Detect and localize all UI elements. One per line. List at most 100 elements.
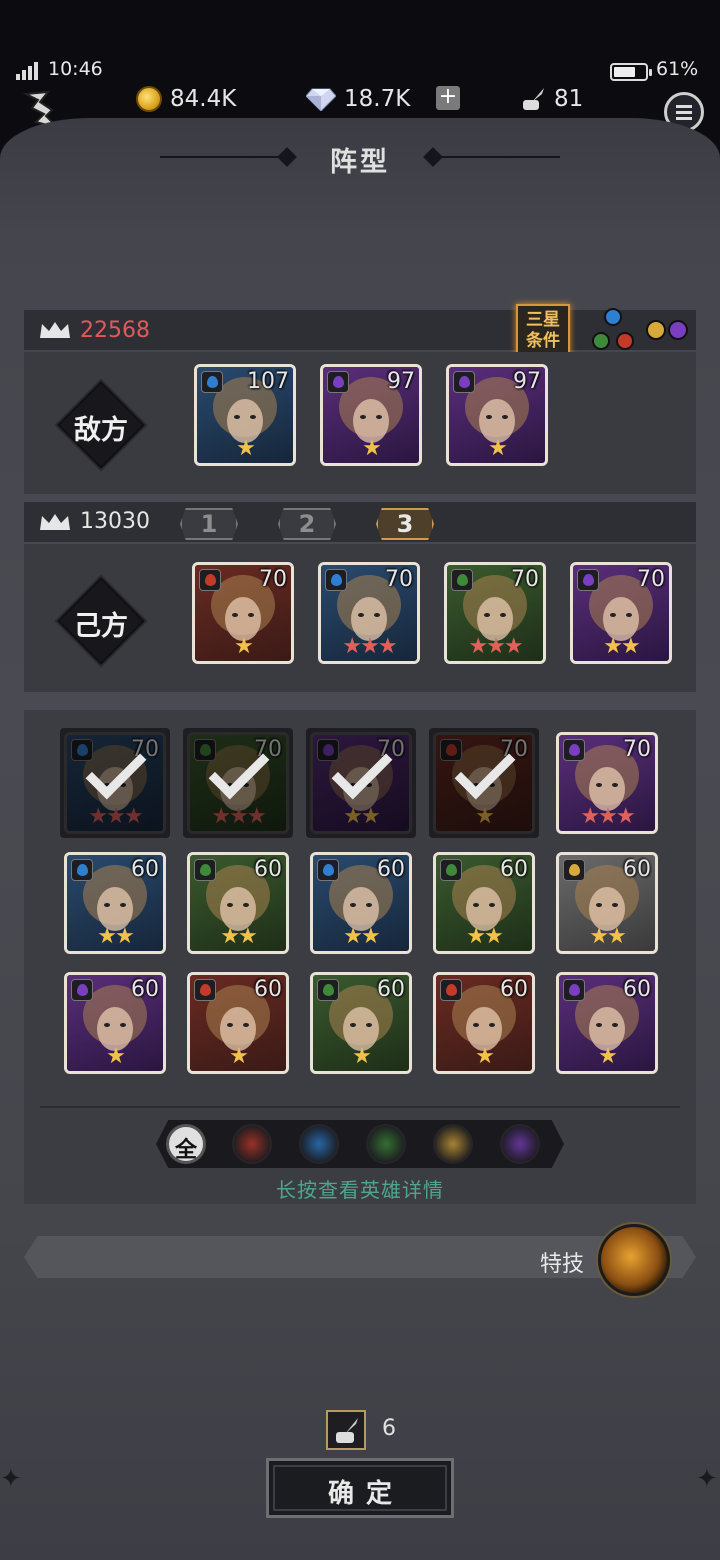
- hero-level: 60: [254, 857, 282, 882]
- hero-stars: ★★★: [190, 805, 286, 829]
- dark-element-icon: [327, 371, 349, 393]
- filter-dark-button[interactable]: [500, 1124, 540, 1164]
- star-icon: ★: [360, 634, 380, 659]
- ally-hero-card[interactable]: 70 ★★★: [444, 562, 546, 664]
- roster-hero-card[interactable]: 70 ★★★: [556, 732, 658, 834]
- add-gems-button[interactable]: +: [436, 86, 460, 110]
- water-element-icon: [325, 569, 347, 591]
- roster-hero-card[interactable]: 60 ★: [310, 972, 412, 1074]
- dark-element-icon: [563, 739, 585, 761]
- hero-level: 70: [385, 567, 413, 592]
- formation-slot-1[interactable]: 1: [180, 508, 238, 540]
- hero-level: 60: [377, 857, 405, 882]
- enemy-label: 敌方: [56, 380, 146, 470]
- enemy-hero-card[interactable]: 97 ★: [320, 364, 422, 466]
- hero-stars: ★: [195, 635, 291, 659]
- hero-stars: ★★: [190, 925, 286, 949]
- light-dark-cycle-icon[interactable]: [642, 308, 692, 352]
- star-icon: ★: [486, 634, 506, 659]
- hero-level: 70: [511, 567, 539, 592]
- formation-slot-2[interactable]: 2: [278, 508, 336, 540]
- star-icon: ★: [598, 804, 618, 829]
- ally-label: 己方: [56, 576, 146, 666]
- star-icon: ★: [607, 924, 627, 949]
- star-icon: ★: [229, 804, 249, 829]
- star-icon: ★: [229, 1044, 249, 1069]
- star-icon: ★: [475, 804, 495, 829]
- roster-divider: [40, 1106, 680, 1108]
- hero-level: 97: [513, 369, 541, 394]
- roster-hero-card[interactable]: 60 ★: [187, 972, 289, 1074]
- roster-hero-card[interactable]: 60 ★: [433, 972, 535, 1074]
- ally-hero-card[interactable]: 70 ★: [192, 562, 294, 664]
- star-icon: ★: [484, 924, 504, 949]
- enemy-hero-card[interactable]: 97 ★: [446, 364, 548, 466]
- hero-level: 60: [254, 977, 282, 1002]
- inkwell-cost-icon: [326, 1410, 366, 1450]
- hero-stars: ★★★: [67, 805, 163, 829]
- crown-icon: [40, 322, 70, 338]
- gold-coin-icon: [136, 86, 162, 112]
- dark-element-icon: [577, 569, 599, 591]
- hero-stars: ★★: [313, 925, 409, 949]
- filter-water-button[interactable]: [299, 1124, 339, 1164]
- star-icon: ★: [589, 924, 609, 949]
- ally-hero-card[interactable]: 70 ★★: [570, 562, 672, 664]
- star-icon: ★: [342, 634, 362, 659]
- skill-pumpkin-icon[interactable]: [598, 1224, 670, 1296]
- hero-stars: ★: [436, 805, 532, 829]
- star-icon: ★: [352, 1044, 372, 1069]
- hero-level: 60: [623, 977, 651, 1002]
- star-icon: ★: [234, 634, 254, 659]
- filter-nature-button[interactable]: [366, 1124, 406, 1164]
- slot-number: 2: [298, 510, 316, 538]
- fire-element-icon: [440, 979, 462, 1001]
- star-icon: ★: [615, 804, 636, 829]
- hero-stars: ★★: [67, 925, 163, 949]
- star-icon: ★: [488, 436, 508, 461]
- star-icon: ★: [97, 924, 117, 949]
- status-bar: 10:46 61%: [0, 0, 720, 81]
- star-icon: ★: [362, 436, 382, 461]
- hero-level: 60: [131, 977, 159, 1002]
- confirm-button[interactable]: 确定: [266, 1458, 454, 1518]
- filter-fire-button[interactable]: [232, 1124, 272, 1164]
- fire-element-icon: [440, 739, 462, 761]
- battery-fill: [614, 67, 635, 77]
- corner-ornament-left: ✦: [0, 1464, 22, 1494]
- roster-hero-card[interactable]: 60 ★★: [433, 852, 535, 954]
- three-star-conditions-button[interactable]: 三星 条件: [516, 304, 570, 356]
- roster-hero-card[interactable]: 60 ★★: [64, 852, 166, 954]
- filter-light-button[interactable]: [433, 1124, 473, 1164]
- star-icon: ★: [211, 804, 231, 829]
- star-icon: ★: [123, 804, 144, 829]
- skill-label: 特技: [540, 1252, 585, 1277]
- battery-percent: 61%: [656, 58, 699, 80]
- roster-hero-card[interactable]: 60 ★: [64, 972, 166, 1074]
- enemy-hero-card[interactable]: 107 ★: [194, 364, 296, 466]
- fire-element-icon: [199, 569, 221, 591]
- ally-hero-card[interactable]: 70 ★★★: [318, 562, 420, 664]
- ink-amount: 81: [554, 86, 584, 112]
- hero-stars: ★: [449, 437, 545, 461]
- roster-hero-card[interactable]: 60 ★★: [187, 852, 289, 954]
- star-icon: ★: [115, 924, 135, 949]
- hero-level: 60: [131, 857, 159, 882]
- nature-element-icon: [451, 569, 473, 591]
- three-star-badge-text: 三星 条件: [526, 310, 560, 351]
- star-icon: ★: [503, 634, 524, 659]
- filter-all-button[interactable]: 全: [166, 1124, 206, 1164]
- element-cycle-icon[interactable]: [588, 306, 638, 354]
- battery-icon: [610, 63, 652, 81]
- skill-bar[interactable]: [24, 1236, 696, 1278]
- star-icon: ★: [361, 924, 381, 949]
- hero-stars: ★★★: [447, 635, 543, 659]
- nature-element-icon: [194, 859, 216, 881]
- hero-stars: ★★: [436, 925, 532, 949]
- roster-hero-card[interactable]: 60 ★★: [556, 852, 658, 954]
- formation-slot-3[interactable]: 3: [376, 508, 434, 540]
- roster-hero-card[interactable]: 60 ★★: [310, 852, 412, 954]
- roster-hero-card[interactable]: 60 ★: [556, 972, 658, 1074]
- star-icon: ★: [238, 924, 258, 949]
- water-element-icon: [71, 739, 93, 761]
